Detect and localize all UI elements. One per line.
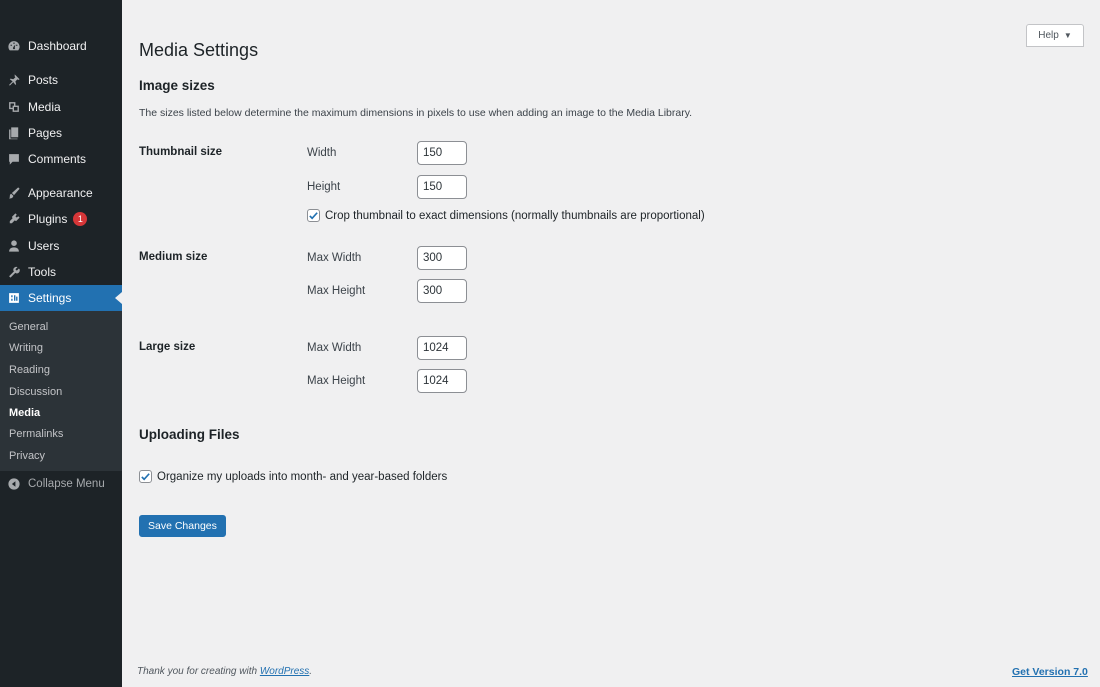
submenu-item-general[interactable]: General (9, 321, 48, 333)
media-icon (7, 100, 21, 114)
large-width-input[interactable] (417, 336, 467, 360)
settings-submenu: General Writing Reading Discussion Media… (0, 311, 122, 471)
sidebar-item-media[interactable]: Media (0, 94, 122, 120)
medium-width-input[interactable] (417, 246, 467, 270)
organize-uploads-checkbox[interactable] (139, 470, 152, 483)
sidebar-item-label: Plugins (28, 212, 68, 226)
medium-height-label: Max Height (307, 285, 366, 297)
sidebar-item-label: Dashboard (28, 39, 87, 53)
crop-thumbnail-label: Crop thumbnail to exact dimensions (norm… (325, 210, 705, 222)
user-icon (7, 239, 21, 253)
uploading-files-heading: Uploading Files (139, 427, 240, 442)
admin-sidebar: Dashboard Posts Media Pages Comments App… (0, 0, 122, 687)
sidebar-item-label: Posts (28, 73, 59, 87)
sidebar-item-label: Settings (28, 291, 72, 305)
submenu-item-writing[interactable]: Writing (9, 342, 43, 354)
thumbnail-size-label: Thumbnail size (139, 146, 223, 158)
dashboard-icon (7, 39, 21, 53)
sidebar-item-label: Media (28, 100, 61, 114)
comment-icon (7, 152, 21, 166)
sidebar-item-label: Tools (28, 265, 57, 279)
large-width-label: Max Width (307, 342, 362, 354)
collapse-icon (7, 477, 21, 491)
footer-thanks: Thank you for creating with WordPress. (137, 666, 312, 677)
medium-width-label: Max Width (307, 252, 362, 264)
save-changes-button[interactable]: Save Changes (139, 515, 226, 537)
wrench-icon (7, 265, 21, 279)
footer-thanks-prefix: Thank you for creating with (137, 666, 260, 677)
image-sizes-description: The sizes listed below determine the max… (139, 107, 693, 119)
submenu-item-permalinks[interactable]: Permalinks (9, 428, 63, 440)
plugin-icon (7, 212, 21, 226)
collapse-label: Collapse Menu (28, 478, 105, 490)
sidebar-item-appearance[interactable]: Appearance (0, 180, 122, 206)
sidebar-item-settings[interactable]: Settings (0, 285, 122, 311)
checkmark-icon (309, 212, 318, 220)
get-version-link[interactable]: Get Version 7.0 (1012, 666, 1088, 678)
large-size-label: Large size (139, 341, 196, 353)
sidebar-item-posts[interactable]: Posts (0, 67, 122, 93)
large-height-label: Max Height (307, 375, 366, 387)
pages-icon (7, 126, 21, 140)
sidebar-item-plugins[interactable]: Plugins 1 (0, 206, 122, 232)
large-height-input[interactable] (417, 369, 467, 393)
footer-thanks-suffix: . (309, 666, 313, 677)
plugin-update-badge: 1 (73, 212, 88, 226)
crop-thumbnail-checkbox[interactable] (307, 209, 320, 222)
submenu-item-privacy[interactable]: Privacy (9, 450, 45, 462)
image-sizes-heading: Image sizes (139, 78, 215, 93)
active-indicator (115, 292, 122, 304)
medium-height-input[interactable] (417, 279, 467, 303)
sidebar-item-label: Comments (28, 152, 87, 166)
sidebar-item-label: Appearance (28, 186, 93, 200)
help-tab-button[interactable]: Help ▼ (1026, 24, 1084, 47)
sidebar-item-users[interactable]: Users (0, 233, 122, 259)
submenu-item-media[interactable]: Media (9, 407, 40, 419)
settings-icon (7, 291, 21, 305)
help-label: Help (1038, 30, 1059, 41)
thumbnail-height-input[interactable] (417, 175, 467, 199)
submenu-item-reading[interactable]: Reading (9, 364, 50, 376)
sidebar-item-label: Pages (28, 126, 63, 140)
page-title: Media Settings (139, 40, 259, 60)
organize-uploads-label: Organize my uploads into month- and year… (157, 471, 448, 483)
sidebar-item-label: Users (28, 239, 60, 253)
sidebar-item-dashboard[interactable]: Dashboard (0, 33, 122, 59)
thumbnail-width-label: Width (307, 147, 337, 159)
submenu-item-discussion[interactable]: Discussion (9, 386, 62, 398)
sidebar-item-pages[interactable]: Pages (0, 120, 122, 146)
medium-size-label: Medium size (139, 251, 208, 263)
thumbnail-height-label: Height (307, 181, 341, 193)
checkmark-icon (141, 473, 150, 481)
sidebar-item-comments[interactable]: Comments (0, 146, 122, 172)
thumbnail-width-input[interactable] (417, 141, 467, 165)
pin-icon (7, 73, 21, 87)
sidebar-item-tools[interactable]: Tools (0, 259, 122, 285)
caret-down-icon: ▼ (1063, 31, 1072, 40)
wordpress-link[interactable]: WordPress (260, 666, 309, 677)
collapse-menu-button[interactable]: Collapse Menu (0, 471, 122, 497)
brush-icon (7, 186, 21, 200)
